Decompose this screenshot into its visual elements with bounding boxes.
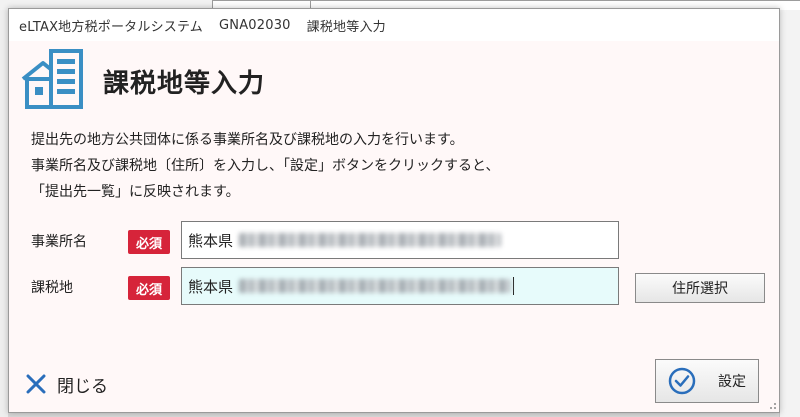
business-name-value: 熊本県 [188,231,234,250]
dialog-header: 課税地等入力 [19,47,769,117]
screen-id: GNA02030 [219,17,291,33]
set-label: 設定 [718,374,746,390]
app-name: eLTAX地方税ポータルシステム [19,19,203,35]
dialog-title-bar: eLTAX地方税ポータルシステム GNA02030 課税地等入力 [9,9,779,41]
business-name-row: 事業所名 必須 熊本県 [31,221,771,261]
address-select-button[interactable]: 住所選択 [635,273,765,303]
set-button[interactable]: 設定 [655,359,759,403]
background-window-right-edge [779,10,800,417]
required-badge: 必須 [128,276,170,300]
tax-location-input[interactable]: 熊本県 [181,267,619,305]
instruction-line-1: 提出先の地方公共団体に係る事業所名及び課税地の入力を行います。 [31,132,464,148]
background-window-left-edge [0,10,8,417]
close-button[interactable]: 閉じる [25,369,108,399]
tax-location-row: 課税地 必須 熊本県 住所選択 [31,267,771,307]
building-list-icon [21,49,83,109]
instruction-line-2: 事業所名及び課税地〔住所〕を入力し、「設定」ボタンをクリックすると、 [31,158,500,174]
tax-location-value: 熊本県 [188,277,234,296]
window-title: 課税地等入力 [306,19,386,35]
resize-grip-icon[interactable] [767,400,777,410]
check-circle-icon [668,367,696,395]
instructions: 提出先の地方公共団体に係る事業所名及び課税地の入力を行います。 事業所名及び課税… [31,127,499,205]
tax-location-dialog: eLTAX地方税ポータルシステム GNA02030 課税地等入力 課税地等入力 … [8,8,780,413]
tax-location-label: 課税地 [31,280,73,296]
close-x-icon [26,374,46,394]
redacted-text [239,279,512,293]
close-label: 閉じる [57,376,108,397]
instruction-line-3: 「提出先一覧」に反映されます。 [31,184,240,200]
redacted-text [239,233,502,247]
text-caret [513,277,515,295]
page-title: 課税地等入力 [103,69,266,99]
required-badge: 必須 [128,230,170,254]
business-name-label: 事業所名 [31,234,87,250]
business-name-input[interactable]: 熊本県 [181,221,619,259]
